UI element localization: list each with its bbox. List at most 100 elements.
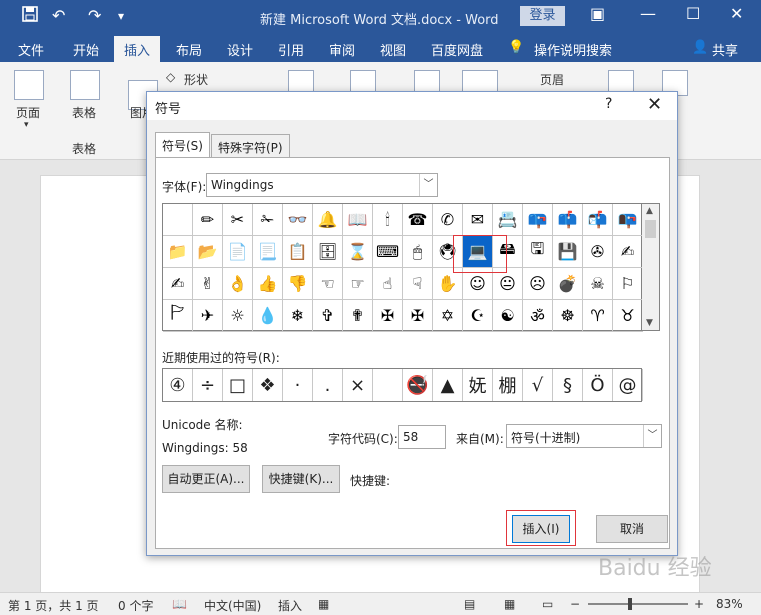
cancel-button[interactable]: 取消 (596, 515, 668, 543)
symbol-cell[interactable]: 👓 (283, 204, 313, 236)
ribbon-display-icon[interactable]: ▣ (590, 4, 605, 23)
symbol-cell[interactable]: ✁ (253, 204, 283, 236)
close-icon[interactable]: ✕ (730, 4, 743, 23)
chevron-down-icon[interactable]: ﹀ (643, 425, 661, 447)
symbol-cell[interactable]: 🖱 (403, 236, 433, 268)
symbol-cell[interactable]: ☟ (403, 268, 433, 300)
recent-symbol-cell[interactable] (373, 369, 403, 401)
symbol-cell[interactable]: ✆ (433, 204, 463, 236)
zoom-in-icon[interactable]: + (694, 597, 704, 611)
chevron-down-icon[interactable]: ▾ (24, 120, 29, 130)
web-layout-icon[interactable]: ▭ (542, 597, 553, 611)
symbol-cell[interactable]: 📃 (253, 236, 283, 268)
symbol-cell[interactable]: 📖 (343, 204, 373, 236)
recent-symbol-cell[interactable]: 🚭 (403, 369, 433, 401)
symbol-cell[interactable]: 📇 (493, 204, 523, 236)
symbol-cell[interactable]: ✠ (373, 300, 403, 332)
symbol-cell[interactable]: ✍ (163, 268, 193, 300)
symbol-cell[interactable]: ⌨ (373, 236, 403, 268)
symbol-cell[interactable]: 📄 (223, 236, 253, 268)
symbol-cell[interactable]: ❄ (283, 300, 313, 332)
symbol-cell[interactable]: 📂 (193, 236, 223, 268)
recent-symbol-cell[interactable]: □ (223, 369, 253, 401)
symbol-cell[interactable]: 💧 (253, 300, 283, 332)
symbol-cell[interactable]: ☠ (583, 268, 613, 300)
symbol-cell[interactable]: ✂ (223, 204, 253, 236)
help-icon[interactable]: ? (605, 96, 612, 112)
symbol-cell[interactable]: ✏ (193, 204, 223, 236)
recent-symbol-cell[interactable]: Ö (583, 369, 613, 401)
symbol-cell[interactable]: 💣 (553, 268, 583, 300)
symbol-cell[interactable]: 👎 (283, 268, 313, 300)
chevron-down-icon[interactable]: ﹀ (419, 174, 437, 196)
symbol-cell[interactable]: 💾 (553, 236, 583, 268)
symbol-cell[interactable]: ✍ (613, 236, 643, 268)
symbol-cell[interactable]: ✇ (583, 236, 613, 268)
read-mode-icon[interactable]: ▤ (464, 597, 475, 611)
word-count[interactable]: 0 个字 (118, 597, 153, 614)
zoom-level[interactable]: 83% (716, 597, 743, 611)
symbol-cell[interactable]: ॐ (523, 300, 553, 332)
recent-symbol-cell[interactable]: ÷ (193, 369, 223, 401)
font-select[interactable]: Wingdings ﹀ (206, 173, 438, 197)
dialog-close-icon[interactable]: ✕ (647, 94, 662, 115)
minimize-icon[interactable]: — (640, 4, 656, 23)
symbol-grid[interactable]: ✏ ✂ ✁ 👓 🔔 📖 🕯 ☎ ✆ ✉ 📇 📪 📫 📬 📭 📁 📂 📄 📃 📋 🗄 ⌛ ⌨ 🖱 🖲 💻 🖴 🖫 💾 ✇ ✍ ✍ ✌ 👌 👍 👎 ☜ ☞ ☝ ☟… (162, 203, 643, 332)
shapes-icon[interactable]: ◇ (166, 70, 175, 84)
tab-view[interactable]: 视图 (380, 40, 406, 59)
maximize-icon[interactable]: ☐ (686, 4, 700, 23)
symbol-cell[interactable] (163, 204, 193, 236)
symbol-cell[interactable]: 🗄 (313, 236, 343, 268)
symbol-cell[interactable]: 🖫 (523, 236, 553, 268)
save-icon[interactable] (22, 6, 38, 26)
symbol-cell[interactable]: ✉ (463, 204, 493, 236)
tab-layout[interactable]: 布局 (176, 40, 202, 59)
macro-icon[interactable]: ▦ (318, 597, 329, 611)
symbol-cell[interactable]: ✡ (433, 300, 463, 332)
customize-quick-access-icon[interactable]: ▾ (118, 9, 124, 23)
symbol-cell[interactable]: 📭 (613, 204, 643, 236)
page-icon[interactable] (14, 70, 44, 100)
insert-mode[interactable]: 插入 (278, 597, 302, 614)
share-icon[interactable]: 👤 (692, 40, 708, 55)
recent-symbol-cell[interactable]: ▲ (433, 369, 463, 401)
tab-design[interactable]: 设计 (227, 40, 253, 59)
symbol-cell[interactable]: 🏱 (163, 300, 193, 332)
symbol-cell[interactable]: 📬 (583, 204, 613, 236)
recent-symbols[interactable]: ④ ÷ □ ❖ ·. × 🚭 ▲ 妩棚 √ § Ö @ (162, 368, 643, 402)
tab-symbols[interactable]: 符号(S) (155, 132, 210, 158)
scroll-down-icon[interactable]: ▼ (646, 318, 653, 328)
table-icon[interactable] (70, 70, 100, 100)
symbol-cell[interactable]: 📁 (163, 236, 193, 268)
insert-button[interactable]: 插入(I) (512, 515, 570, 543)
symbol-cell[interactable]: ☪ (463, 300, 493, 332)
zoom-slider[interactable] (588, 603, 688, 605)
recent-symbol-cell[interactable]: 棚 (493, 369, 523, 401)
pages-button-label[interactable]: 页面 (16, 104, 40, 121)
symbol-cell[interactable]: ☯ (493, 300, 523, 332)
recent-symbol-cell[interactable]: 妩 (463, 369, 493, 401)
tab-references[interactable]: 引用 (278, 40, 304, 59)
page-count[interactable]: 第 1 页，共 1 页 (8, 597, 99, 614)
symbol-cell[interactable]: 📫 (553, 204, 583, 236)
symbol-cell[interactable]: ✠ (403, 300, 433, 332)
autocorrect-button[interactable]: 自动更正(A)... (162, 465, 250, 493)
symbol-cell[interactable]: ✈ (193, 300, 223, 332)
recent-symbol-cell[interactable]: √ (523, 369, 553, 401)
symbol-cell[interactable]: ☝ (373, 268, 403, 300)
symbol-grid-scrollbar[interactable]: ▲ ▼ (642, 203, 660, 331)
login-button[interactable]: 登录 (520, 6, 565, 26)
tab-insert[interactable]: 插入 (114, 36, 161, 62)
tell-me-search[interactable]: 操作说明搜索 (534, 40, 612, 59)
symbol-cell[interactable]: 📪 (523, 204, 553, 236)
symbol-cell[interactable]: ⚐ (613, 268, 643, 300)
tab-special-characters[interactable]: 特殊字符(P) (211, 134, 290, 158)
header-button[interactable]: 页眉 (540, 71, 564, 88)
zoom-out-icon[interactable]: − (570, 597, 580, 611)
recent-symbol-cell[interactable]: . (313, 369, 343, 401)
symbol-cell[interactable]: ♈ (583, 300, 613, 332)
recent-symbol-cell[interactable]: · (283, 369, 313, 401)
recent-symbol-cell[interactable]: ④ (163, 369, 193, 401)
symbol-cell[interactable]: 🕯 (373, 204, 403, 236)
undo-icon[interactable]: ↶ (52, 6, 65, 25)
